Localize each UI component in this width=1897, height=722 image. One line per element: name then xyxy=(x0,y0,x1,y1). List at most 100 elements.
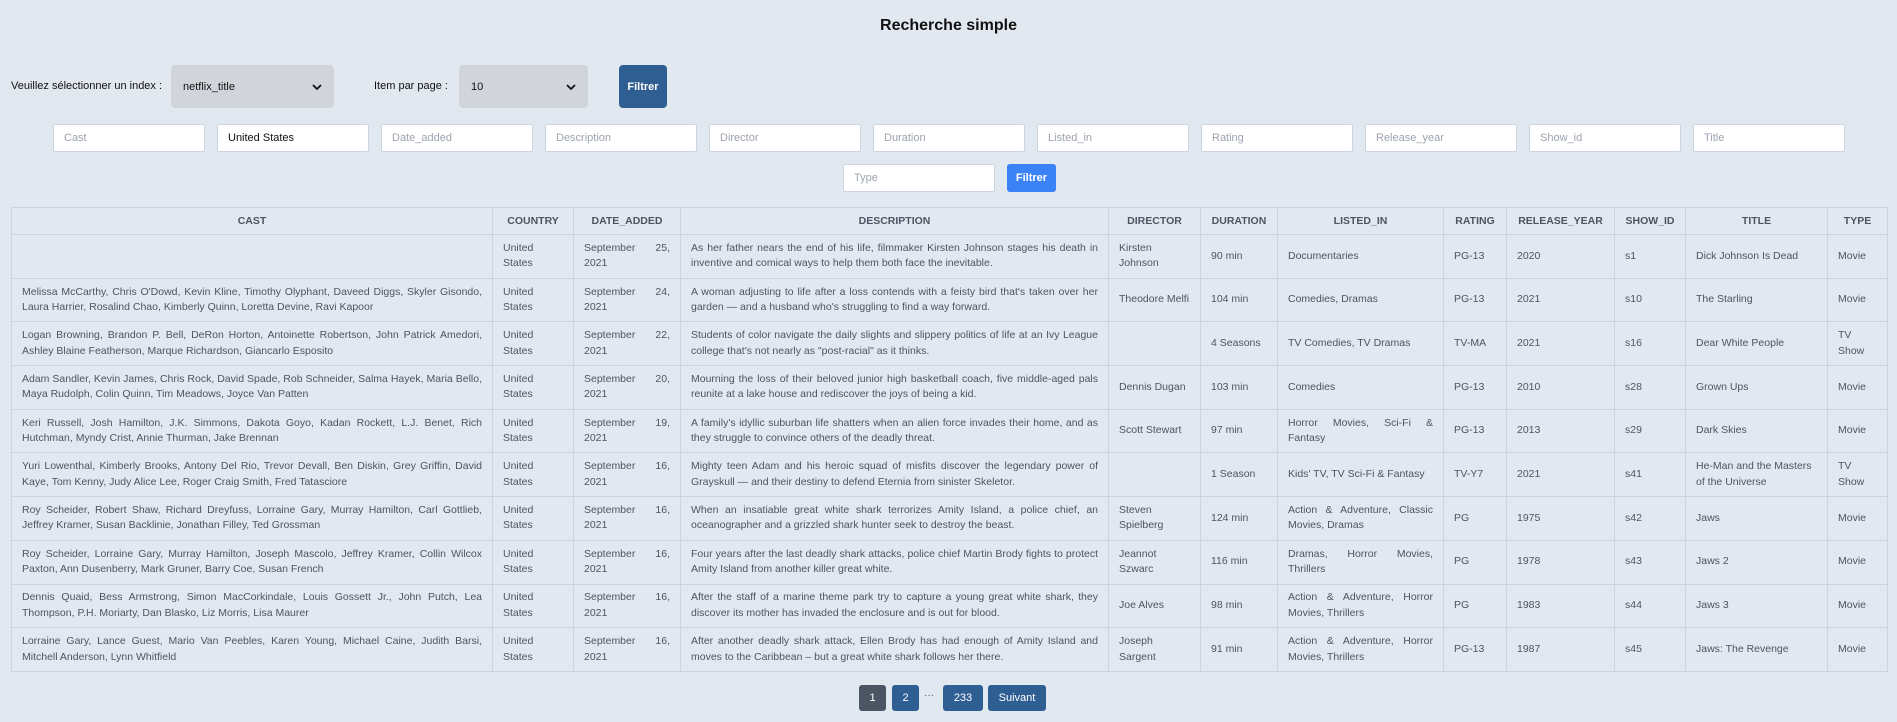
cell-type: Movie xyxy=(1827,277,1888,323)
table-row[interactable]: Dennis Quaid, Bess Armstrong, Simon MacC… xyxy=(11,583,1888,629)
table-row[interactable]: Roy Scheider, Robert Shaw, Richard Dreyf… xyxy=(11,496,1888,541)
cell-description: After the staff of a marine theme park t… xyxy=(680,583,1109,629)
column-header-director: DIRECTOR xyxy=(1108,207,1201,235)
cell-show-id: s1 xyxy=(1614,234,1686,279)
cell-cast xyxy=(11,234,493,279)
cell-director: Scott Stewart xyxy=(1108,408,1201,454)
cell-date-added: September 20, 2021 xyxy=(573,365,681,410)
index-select[interactable]: netflix_title xyxy=(171,65,334,108)
cell-country: United States xyxy=(492,583,574,629)
cell-description: Students of color navigate the daily sli… xyxy=(680,321,1109,367)
cell-date-added: September 16, 2021 xyxy=(573,627,681,672)
cell-cast: Adam Sandler, Kevin James, Chris Rock, D… xyxy=(11,365,493,410)
cell-date-added: September 16, 2021 xyxy=(573,452,681,498)
cell-title: Jaws xyxy=(1685,496,1828,541)
cell-title: He-Man and the Masters of the Universe xyxy=(1685,452,1828,498)
column-header-title: TITLE xyxy=(1685,207,1828,235)
filter-columns-button[interactable]: Filtrer xyxy=(1007,164,1056,192)
cell-show-id: s41 xyxy=(1614,452,1686,498)
cell-type: Movie xyxy=(1827,539,1888,585)
cell-country: United States xyxy=(492,234,574,279)
cell-listed-in: Action & Adventure, Horror Movies, Thril… xyxy=(1277,583,1444,629)
release-year-filter-input[interactable] xyxy=(1365,124,1517,152)
table-row[interactable]: Keri Russell, Josh Hamilton, J.K. Simmon… xyxy=(11,408,1888,454)
cell-title: The Starling xyxy=(1685,277,1828,323)
cell-cast: Logan Browning, Brandon P. Bell, DeRon H… xyxy=(11,321,493,367)
filter-index-button[interactable]: Filtrer xyxy=(619,65,667,108)
cell-country: United States xyxy=(492,365,574,410)
table-row[interactable]: Melissa McCarthy, Chris O'Dowd, Kevin Kl… xyxy=(11,277,1888,323)
cell-duration: 98 min xyxy=(1200,583,1278,629)
per-page-select[interactable]: 10 xyxy=(459,65,588,108)
table-row[interactable]: Adam Sandler, Kevin James, Chris Rock, D… xyxy=(11,365,1888,410)
cell-director: Jeannot Szwarc xyxy=(1108,539,1201,585)
type-filter-input[interactable] xyxy=(843,164,995,192)
pagination: 1 2 ··· 233 Suivant xyxy=(0,685,1897,711)
column-header-release-year: RELEASE_YEAR xyxy=(1506,207,1615,235)
cell-country: United States xyxy=(492,321,574,367)
column-header-country: COUNTRY xyxy=(492,207,574,235)
cell-show-id: s44 xyxy=(1614,583,1686,629)
chevron-down-icon xyxy=(566,83,576,90)
cell-listed-in: Dramas, Horror Movies, Thrillers xyxy=(1277,539,1444,585)
show-id-filter-input[interactable] xyxy=(1529,124,1681,152)
per-page-label: Item par page : xyxy=(374,80,448,92)
table-row[interactable]: Lorraine Gary, Lance Guest, Mario Van Pe… xyxy=(11,627,1888,672)
date-added-filter-input[interactable] xyxy=(381,124,533,152)
cell-title: Dark Skies xyxy=(1685,408,1828,454)
cell-cast: Roy Scheider, Robert Shaw, Richard Dreyf… xyxy=(11,496,493,541)
cell-release-year: 1978 xyxy=(1506,539,1615,585)
cell-director: Theodore Melfi xyxy=(1108,277,1201,323)
cell-release-year: 2020 xyxy=(1506,234,1615,279)
cell-date-added: September 24, 2021 xyxy=(573,277,681,323)
cell-duration: 4 Seasons xyxy=(1200,321,1278,367)
cell-rating: PG-13 xyxy=(1443,234,1507,279)
cell-type: TV Show xyxy=(1827,452,1888,498)
cell-rating: PG-13 xyxy=(1443,365,1507,410)
cell-duration: 104 min xyxy=(1200,277,1278,323)
per-page-select-value: 10 xyxy=(471,80,484,93)
listed-in-filter-input[interactable] xyxy=(1037,124,1189,152)
cell-rating: PG xyxy=(1443,539,1507,585)
rating-filter-input[interactable] xyxy=(1201,124,1353,152)
cell-show-id: s10 xyxy=(1614,277,1686,323)
cast-filter-input[interactable] xyxy=(53,124,205,152)
cell-listed-in: Action & Adventure, Classic Movies, Dram… xyxy=(1277,496,1444,541)
cell-release-year: 1983 xyxy=(1506,583,1615,629)
results-table: CAST COUNTRY DATE_ADDED DESCRIPTION DIRECTOR… xyxy=(11,207,1888,672)
cell-rating: PG-13 xyxy=(1443,627,1507,672)
table-row[interactable]: Roy Scheider, Lorraine Gary, Murray Hami… xyxy=(11,539,1888,585)
cell-release-year: 2013 xyxy=(1506,408,1615,454)
page-1-button[interactable]: 1 xyxy=(859,685,886,711)
cell-cast: Dennis Quaid, Bess Armstrong, Simon MacC… xyxy=(11,583,493,629)
page-2-button[interactable]: 2 xyxy=(892,685,919,711)
cell-country: United States xyxy=(492,452,574,498)
cell-type: Movie xyxy=(1827,496,1888,541)
description-filter-input[interactable] xyxy=(545,124,697,152)
cell-cast: Melissa McCarthy, Chris O'Dowd, Kevin Kl… xyxy=(11,277,493,323)
cell-listed-in: TV Comedies, TV Dramas xyxy=(1277,321,1444,367)
cell-duration: 103 min xyxy=(1200,365,1278,410)
table-row[interactable]: United States September 25, 2021 As her fa… xyxy=(11,234,1888,279)
cell-rating: TV-Y7 xyxy=(1443,452,1507,498)
cell-listed-in: Comedies, Dramas xyxy=(1277,277,1444,323)
title-filter-input[interactable] xyxy=(1693,124,1845,152)
next-page-button[interactable]: Suivant xyxy=(988,685,1046,711)
cell-duration: 91 min xyxy=(1200,627,1278,672)
cell-duration: 124 min xyxy=(1200,496,1278,541)
country-filter-input[interactable] xyxy=(217,124,369,152)
page-233-button[interactable]: 233 xyxy=(943,685,983,711)
cell-release-year: 2021 xyxy=(1506,452,1615,498)
cell-show-id: s45 xyxy=(1614,627,1686,672)
duration-filter-input[interactable] xyxy=(873,124,1025,152)
cell-title: Dick Johnson Is Dead xyxy=(1685,234,1828,279)
cell-description: Mourning the loss of their beloved junio… xyxy=(680,365,1109,410)
table-row[interactable]: Logan Browning, Brandon P. Bell, DeRon H… xyxy=(11,321,1888,367)
cell-title: Jaws 3 xyxy=(1685,583,1828,629)
table-row[interactable]: Yuri Lowenthal, Kimberly Brooks, Antony … xyxy=(11,452,1888,498)
cell-release-year: 1975 xyxy=(1506,496,1615,541)
director-filter-input[interactable] xyxy=(709,124,861,152)
cell-country: United States xyxy=(492,627,574,672)
cell-date-added: September 16, 2021 xyxy=(573,539,681,585)
cell-date-added: September 25, 2021 xyxy=(573,234,681,279)
